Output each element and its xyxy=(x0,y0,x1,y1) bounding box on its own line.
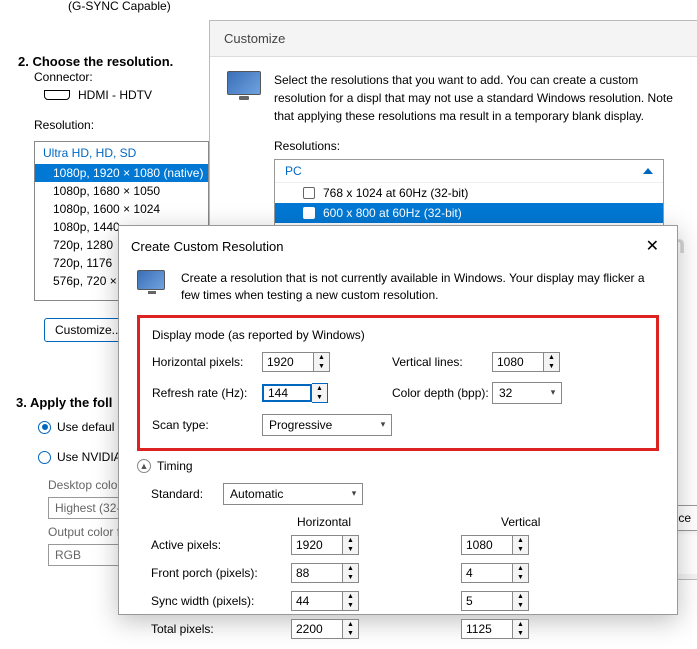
active-pixels-label: Active pixels: xyxy=(151,538,291,552)
sync-width-label: Sync width (pixels): xyxy=(151,594,291,608)
horizontal-pixels-spinner[interactable]: ▲▼ xyxy=(262,352,352,372)
scan-type-label: Scan type: xyxy=(152,418,262,432)
combo-value: Highest (32-b xyxy=(55,501,127,515)
resolution-item[interactable]: 1080p, 1680 × 1050 xyxy=(35,182,208,200)
step-3-heading: 3. Apply the foll xyxy=(16,395,112,410)
step-2-heading: 2. Choose the resolution. xyxy=(18,54,173,69)
resolutions-label: Resolutions: xyxy=(274,139,682,153)
checkbox-icon[interactable] xyxy=(303,187,315,199)
connector-value: HDMI - HDTV xyxy=(78,88,152,102)
horizontal-column-header: Horizontal xyxy=(297,515,351,529)
front-porch-h-spinner[interactable]: ▲▼ xyxy=(291,563,381,583)
sync-width-v-spinner[interactable]: ▲▼ xyxy=(461,591,551,611)
refresh-rate-input[interactable] xyxy=(262,384,312,402)
caret-up-icon xyxy=(643,168,653,174)
active-pixels-h-spinner[interactable]: ▲▼ xyxy=(291,535,381,555)
chevron-down-icon: ▾ xyxy=(545,387,561,398)
scan-type-value: Progressive xyxy=(263,418,375,432)
use-default-radio[interactable]: Use defaul xyxy=(38,420,114,434)
timing-heading: Timing xyxy=(157,459,193,473)
scan-type-select[interactable]: Progressive ▾ xyxy=(262,414,392,436)
resolutions-group-header[interactable]: PC xyxy=(275,160,663,183)
close-icon[interactable]: ✕ xyxy=(640,234,665,258)
radio-label: Use defaul xyxy=(57,420,114,434)
refresh-rate-spinner[interactable]: ▲▼ xyxy=(262,383,352,403)
standard-value: Automatic xyxy=(224,487,346,501)
chevron-down-icon: ▾ xyxy=(375,419,391,430)
group-name: PC xyxy=(285,164,302,178)
color-depth-value: 32 xyxy=(493,386,545,400)
resolution-item[interactable]: 1080p, 1600 × 1024 xyxy=(35,200,208,218)
monitor-icon xyxy=(226,71,262,101)
hdmi-icon xyxy=(44,90,70,100)
customize-description: Select the resolutions that you want to … xyxy=(274,71,682,125)
total-pixels-v-spinner[interactable]: ▲▼ xyxy=(461,619,551,639)
combo-value: RGB xyxy=(55,548,81,562)
total-pixels-h-spinner[interactable]: ▲▼ xyxy=(291,619,381,639)
resolution-checkbox-item[interactable]: 768 x 1024 at 60Hz (32-bit) xyxy=(275,183,663,203)
vertical-lines-spinner[interactable]: ▲▼ xyxy=(492,352,572,372)
total-pixels-label: Total pixels: xyxy=(151,622,291,636)
resolution-text: 768 x 1024 at 60Hz (32-bit) xyxy=(323,186,468,200)
dialog-intro-text: Create a resolution that is not currentl… xyxy=(181,270,659,305)
vertical-column-header: Vertical xyxy=(501,515,540,529)
horizontal-pixels-input[interactable] xyxy=(262,352,314,372)
customize-title: Customize xyxy=(210,21,697,56)
standard-label: Standard: xyxy=(151,487,203,501)
use-nvidia-radio[interactable]: Use NVIDIA xyxy=(38,450,122,464)
desktop-color-label: Desktop color xyxy=(48,478,121,492)
front-porch-label: Front porch (pixels): xyxy=(151,566,291,580)
output-color-label: Output color f xyxy=(48,525,120,539)
dialog-title: Create Custom Resolution xyxy=(131,239,283,254)
resolution-label: Resolution: xyxy=(34,118,94,132)
radio-label: Use NVIDIA xyxy=(57,450,122,464)
gsync-caption: (G-SYNC Capable) xyxy=(68,0,171,13)
display-mode-heading: Display mode (as reported by Windows) xyxy=(152,328,644,342)
create-custom-resolution-dialog: Create Custom Resolution ✕ Create a reso… xyxy=(118,225,678,615)
vertical-lines-input[interactable] xyxy=(492,352,544,372)
color-depth-select[interactable]: 32 ▾ xyxy=(492,382,562,404)
vertical-lines-label: Vertical lines: xyxy=(392,355,492,369)
radio-icon xyxy=(38,451,51,464)
resolution-text: 600 x 800 at 60Hz (32-bit) xyxy=(323,206,462,220)
monitor-icon xyxy=(137,270,167,294)
front-porch-v-spinner[interactable]: ▲▼ xyxy=(461,563,551,583)
display-mode-highlight-box: Display mode (as reported by Windows) Ho… xyxy=(137,315,659,451)
chevron-down-icon: ▾ xyxy=(346,488,362,499)
checkbox-icon[interactable] xyxy=(303,207,315,219)
collapse-icon[interactable]: ▲ xyxy=(137,459,151,473)
active-pixels-v-spinner[interactable]: ▲▼ xyxy=(461,535,551,555)
connector-label: Connector: xyxy=(34,70,93,84)
color-depth-label: Color depth (bpp): xyxy=(392,386,492,400)
resolution-group-header: Ultra HD, HD, SD xyxy=(35,142,208,164)
resolution-item[interactable]: 1080p, 1920 × 1080 (native) xyxy=(35,164,208,182)
sync-width-h-spinner[interactable]: ▲▼ xyxy=(291,591,381,611)
standard-select[interactable]: Automatic ▾ xyxy=(223,483,363,505)
resolution-checkbox-item[interactable]: 600 x 800 at 60Hz (32-bit) xyxy=(275,203,663,223)
horizontal-pixels-label: Horizontal pixels: xyxy=(152,355,262,369)
refresh-rate-label: Refresh rate (Hz): xyxy=(152,386,262,400)
radio-icon xyxy=(38,421,51,434)
